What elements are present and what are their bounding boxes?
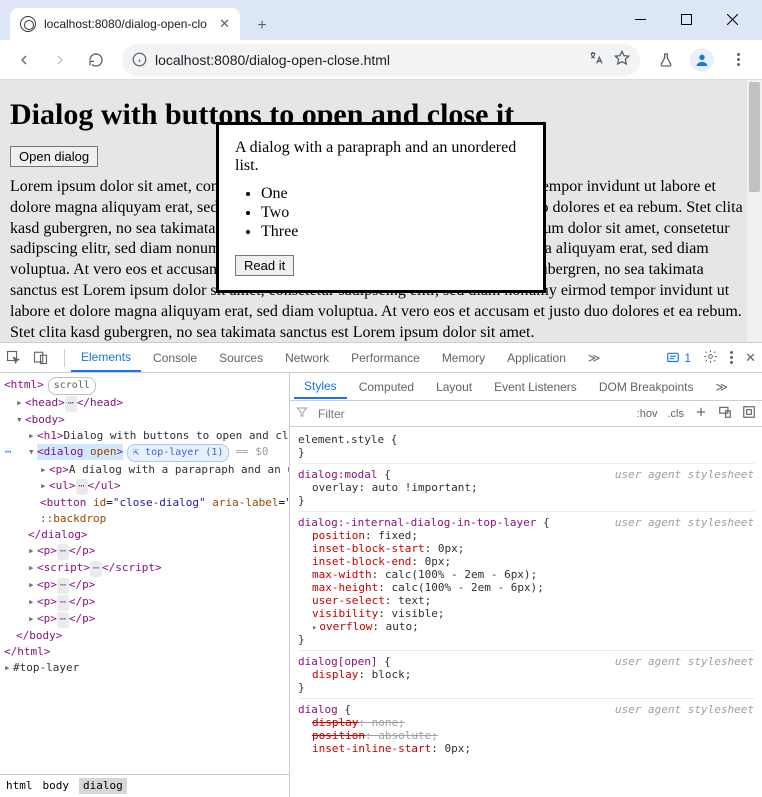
issues-button[interactable]: 1 (666, 351, 691, 365)
devtools-tab-network[interactable]: Network (275, 345, 339, 371)
maximize-button[interactable] (664, 4, 708, 34)
css-rule[interactable]: element.style {} (298, 429, 754, 464)
dom-tree[interactable]: <html>scroll ▸<head>⋯</head> ▾<body> ▸<h… (0, 373, 289, 774)
new-tab-button[interactable]: + (248, 12, 276, 40)
styles-tab-computed[interactable]: Computed (349, 376, 424, 398)
address-bar[interactable]: localhost:8080/dialog-open-close.html (122, 44, 640, 76)
styles-tab-dombreakpoints[interactable]: DOM Breakpoints (589, 376, 704, 398)
devtools-close-icon[interactable]: ✕ (745, 350, 756, 366)
box-model-icon[interactable] (742, 405, 756, 422)
css-rule[interactable]: user agent stylesheet dialog:-internal-d… (298, 512, 754, 651)
devtools: Elements Console Sources Network Perform… (0, 342, 762, 797)
list-item: Two (261, 204, 527, 222)
styles-tabs-overflow[interactable]: ≫ (706, 376, 739, 398)
list-item: One (261, 185, 527, 203)
devtools-tab-console[interactable]: Console (143, 345, 207, 371)
settings-icon[interactable] (703, 349, 718, 367)
inspect-toggle[interactable] (6, 350, 21, 365)
styles-tab-layout[interactable]: Layout (426, 376, 482, 398)
css-rule[interactable]: user agent stylesheet dialog[open] { dis… (298, 651, 754, 699)
dialog-list: One Two Three (235, 185, 527, 241)
bookmark-icon[interactable] (614, 50, 630, 69)
device-mode-icon[interactable] (718, 405, 732, 422)
styles-tab-styles[interactable]: Styles (294, 375, 347, 399)
devtools-menu-icon[interactable] (730, 351, 733, 364)
dom-tree-pane: <html>scroll ▸<head>⋯</head> ▾<body> ▸<h… (0, 373, 290, 797)
close-tab-icon[interactable]: ✕ (219, 16, 230, 32)
forward-button[interactable] (44, 44, 76, 76)
cls-toggle[interactable]: .cls (668, 408, 685, 420)
reload-button[interactable] (80, 44, 112, 76)
labs-icon[interactable] (650, 44, 682, 76)
filter-icon (296, 406, 308, 421)
minimize-button[interactable] (618, 4, 662, 34)
devtools-tab-memory[interactable]: Memory (432, 345, 495, 371)
styles-filter-input[interactable] (316, 406, 629, 422)
window-controls (618, 0, 754, 34)
devtools-tabstrip: Elements Console Sources Network Perform… (0, 343, 762, 373)
top-layer-badge[interactable]: ⇱ top-layer (1) (127, 444, 229, 462)
css-rule[interactable]: user agent stylesheet dialog:modal { ove… (298, 464, 754, 512)
dom-breadcrumb[interactable]: html body dialog (0, 774, 289, 797)
profile-button[interactable] (686, 44, 718, 76)
dom-selected-node[interactable]: ⋯▾<dialog open>⇱ top-layer (1)== $0 (4, 444, 287, 462)
new-style-rule-icon[interactable] (694, 405, 708, 422)
scroll-badge[interactable]: scroll (48, 377, 96, 395)
viewport-scrollbar[interactable] (747, 80, 762, 342)
hov-toggle[interactable]: :hov (637, 408, 658, 420)
read-it-button[interactable]: Read it (235, 255, 294, 276)
browser-titlebar: localhost:8080/dialog-open-clo ✕ + (0, 0, 762, 40)
tab-title: localhost:8080/dialog-open-clo (44, 17, 211, 31)
back-button[interactable] (8, 44, 40, 76)
open-dialog-button[interactable]: Open dialog (10, 146, 98, 167)
devtools-tab-performance[interactable]: Performance (341, 345, 430, 371)
translate-icon[interactable] (588, 50, 604, 69)
page-viewport: Dialog with buttons to open and close it… (0, 80, 762, 342)
devtools-tab-sources[interactable]: Sources (209, 345, 273, 371)
list-item: Three (261, 223, 527, 241)
styles-tab-eventlisteners[interactable]: Event Listeners (484, 376, 587, 398)
devtools-tab-elements[interactable]: Elements (71, 344, 141, 372)
url-text: localhost:8080/dialog-open-close.html (155, 52, 580, 68)
close-window-button[interactable] (710, 4, 754, 34)
devtools-tab-application[interactable]: Application (497, 345, 576, 371)
site-info-icon[interactable] (132, 52, 147, 67)
css-rule[interactable]: user agent stylesheet dialog { display: … (298, 699, 754, 759)
dialog-paragraph: A dialog with a parapraph and an unorder… (235, 139, 527, 175)
styles-pane: Styles Computed Layout Event Listeners D… (290, 373, 762, 797)
browser-toolbar: localhost:8080/dialog-open-close.html (0, 40, 762, 80)
dialog: A dialog with a parapraph and an unorder… (216, 122, 546, 293)
devtools-tabs-overflow[interactable]: ≫ (578, 345, 611, 371)
menu-button[interactable] (722, 44, 754, 76)
browser-tab[interactable]: localhost:8080/dialog-open-clo ✕ (10, 8, 240, 40)
globe-icon (20, 16, 36, 32)
device-toggle[interactable] (33, 350, 48, 365)
